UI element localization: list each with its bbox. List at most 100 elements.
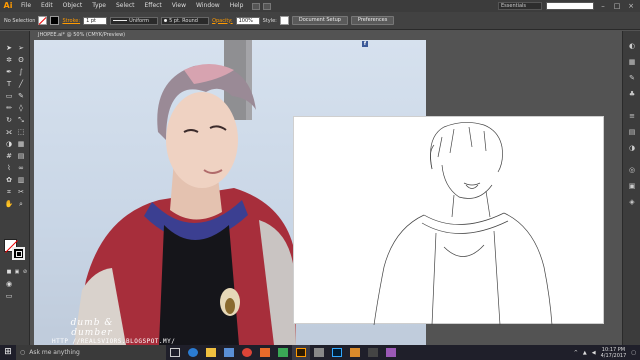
shape-builder-tool-icon[interactable]: ◑: [4, 139, 14, 149]
zoom-tool-icon[interactable]: ⌕: [16, 199, 26, 209]
app-icon-purple[interactable]: [382, 345, 400, 360]
none-mode-icon[interactable]: ⊘: [20, 267, 30, 277]
illustrator-taskbar-icon[interactable]: [292, 345, 310, 360]
chrome-icon[interactable]: [238, 345, 256, 360]
rectangle-tool-icon[interactable]: ▭: [4, 91, 14, 101]
menu-file[interactable]: File: [16, 0, 36, 12]
app-icon-green[interactable]: [274, 345, 292, 360]
canvas-area[interactable]: f: [34, 40, 624, 345]
artboard-tool-icon[interactable]: ⌗: [4, 187, 14, 197]
lasso-tool-icon[interactable]: ʘ: [16, 55, 26, 65]
task-view-icon[interactable]: [166, 345, 184, 360]
brushes-panel-icon[interactable]: ✎: [627, 73, 637, 83]
pencil-tool-icon[interactable]: ✏: [4, 103, 14, 113]
brush-definition[interactable]: 5 pt. Round: [161, 16, 210, 25]
stroke-label[interactable]: Stroke:: [62, 18, 80, 24]
menu-view[interactable]: View: [167, 0, 191, 12]
eyedropper-tool-icon[interactable]: ⌇: [4, 163, 14, 173]
magic-wand-tool-icon[interactable]: ✲: [4, 55, 14, 65]
scale-tool-icon[interactable]: ⤡: [16, 115, 26, 125]
slice-tool-icon[interactable]: ✂: [16, 187, 26, 197]
symbol-sprayer-tool-icon[interactable]: ✿: [4, 175, 14, 185]
fill-swatch[interactable]: [38, 16, 48, 25]
stroke-panel-icon[interactable]: ≡: [627, 111, 637, 121]
app-icon-dark[interactable]: [364, 345, 382, 360]
artboard[interactable]: [293, 116, 604, 326]
file-explorer-icon[interactable]: [202, 345, 220, 360]
stroke-swatch[interactable]: [50, 16, 60, 25]
symbols-panel-icon[interactable]: ♣: [627, 89, 637, 99]
tray-up-arrow-icon[interactable]: ^: [574, 350, 578, 356]
hand-tool-icon[interactable]: ✋: [4, 199, 14, 209]
blend-tool-icon[interactable]: ∞: [16, 163, 26, 173]
mesh-tool-icon[interactable]: #: [4, 151, 14, 161]
appearance-panel-icon[interactable]: ◎: [627, 165, 637, 175]
clock-time: 10:17 PM: [601, 346, 626, 353]
start-button[interactable]: ⊞: [0, 345, 16, 360]
workspace-select[interactable]: Essentials: [498, 2, 542, 10]
opacity-label[interactable]: Opacity:: [212, 18, 233, 24]
cortana-search[interactable]: ○ Ask me anything: [16, 345, 166, 360]
transparency-panel-icon[interactable]: ◑: [627, 143, 637, 153]
help-search-input[interactable]: [546, 2, 594, 10]
stroke-inner: [16, 251, 22, 257]
document-setup-button[interactable]: Document Setup: [291, 16, 348, 25]
close-button[interactable]: ×: [626, 2, 636, 10]
color-panel-icon[interactable]: ◐: [627, 41, 637, 51]
bridge-icons: [252, 2, 272, 10]
direct-selection-tool-icon[interactable]: ➢: [16, 43, 26, 53]
network-icon[interactable]: ▲: [583, 350, 587, 356]
line-tool-icon[interactable]: ╱: [16, 79, 26, 89]
swatches-panel-icon[interactable]: ▦: [627, 57, 637, 67]
graphic-style-swatch[interactable]: [279, 16, 289, 25]
clock[interactable]: 10:17 PM 4/17/2017: [601, 347, 627, 359]
stroke-weight-field[interactable]: 1 pt: [83, 16, 108, 25]
selection-tool-icon[interactable]: ➤: [4, 43, 14, 53]
gradient-panel-icon[interactable]: ▤: [627, 127, 637, 137]
gradient-tool-icon[interactable]: ▤: [16, 151, 26, 161]
fill-stroke-widget[interactable]: [4, 239, 26, 261]
stroke-color-box[interactable]: [12, 247, 25, 260]
watermark-url: HTTP //REALSVIORS.BLOGSPOT.MY/: [52, 338, 176, 345]
type-tool-icon[interactable]: T: [4, 79, 14, 89]
layers-panel-icon[interactable]: ◈: [627, 197, 637, 207]
pen-tool-icon[interactable]: ✒: [4, 67, 14, 77]
menu-bar: Ai File Edit Object Type Select Effect V…: [0, 0, 640, 12]
curvature-tool-icon[interactable]: ∫: [16, 67, 26, 77]
perspective-grid-tool-icon[interactable]: ▦: [16, 139, 26, 149]
bridge-icon[interactable]: [252, 2, 261, 10]
draw-mode-icon[interactable]: ◉: [4, 279, 14, 289]
menu-help[interactable]: Help: [225, 0, 249, 12]
media-player-icon[interactable]: [256, 345, 274, 360]
notifications-icon[interactable]: ▢: [631, 350, 636, 356]
arrange-documents-icon[interactable]: [263, 2, 272, 10]
variable-width-profile[interactable]: Uniform: [110, 16, 159, 25]
width-tool-icon[interactable]: ⟗: [4, 127, 14, 137]
maximize-button[interactable]: □: [612, 2, 622, 10]
column-graph-tool-icon[interactable]: ▥: [16, 175, 26, 185]
paintbrush-tool-icon[interactable]: ✎: [16, 91, 26, 101]
edge-icon[interactable]: [184, 345, 202, 360]
preferences-button[interactable]: Preferences: [350, 16, 395, 25]
screen-mode-icon[interactable]: ▭: [4, 291, 14, 301]
menu-effect[interactable]: Effect: [140, 0, 167, 12]
tools-panel: ➤ ➢ ✲ ʘ ✒ ∫ T ╱ ▭ ✎ ✏ ◊ ↻ ⤡ ⟗ ⬚ ◑ ▦ # ▤ …: [0, 31, 30, 345]
rotate-tool-icon[interactable]: ↻: [4, 115, 14, 125]
free-transform-tool-icon[interactable]: ⬚: [16, 127, 26, 137]
minimize-button[interactable]: –: [598, 2, 608, 10]
opacity-field[interactable]: 100%: [235, 16, 260, 25]
graphic-styles-panel-icon[interactable]: ▣: [627, 181, 637, 191]
menu-object[interactable]: Object: [58, 0, 88, 12]
blog-watermark: dumb & dumber HTTP //REALSVIORS.BLOGSPOT…: [52, 318, 176, 345]
app-icon-orange[interactable]: [346, 345, 364, 360]
menu-type[interactable]: Type: [87, 0, 111, 12]
menu-select[interactable]: Select: [111, 0, 140, 12]
volume-icon[interactable]: ◀: [592, 350, 596, 356]
menu-window[interactable]: Window: [191, 0, 225, 12]
eraser-tool-icon[interactable]: ◊: [16, 103, 26, 113]
document-tab[interactable]: JHOPEE.ai* @ 50% (CMYK/Preview): [34, 30, 146, 40]
store-icon[interactable]: [220, 345, 238, 360]
app-icon-gray[interactable]: [310, 345, 328, 360]
menu-edit[interactable]: Edit: [36, 0, 58, 12]
photoshop-taskbar-icon[interactable]: [328, 345, 346, 360]
